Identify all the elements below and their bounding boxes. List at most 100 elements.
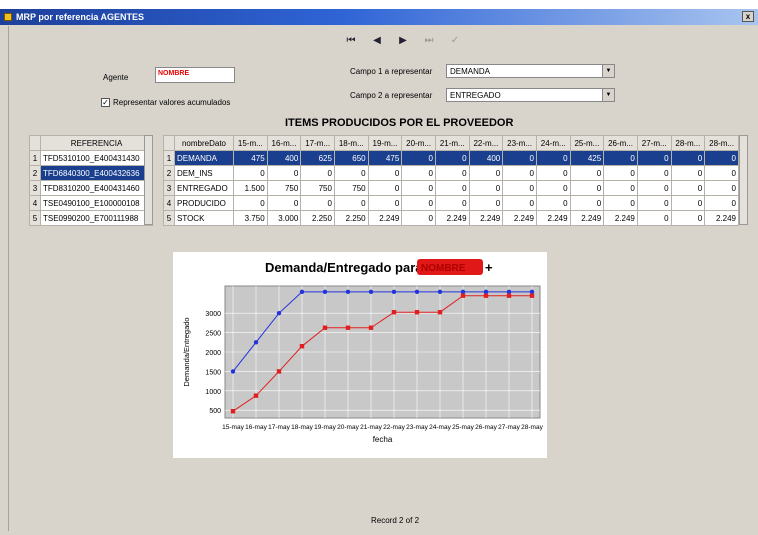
value-cell[interactable]: 0	[636, 180, 672, 196]
reference-cell[interactable]: TFD8310200_E400431460	[40, 180, 153, 196]
value-cell[interactable]: 0	[300, 165, 335, 181]
value-cell[interactable]: 0	[266, 165, 302, 181]
value-cell[interactable]: 0	[502, 150, 537, 166]
value-cell[interactable]: 3.000	[266, 210, 302, 226]
value-cell[interactable]: 0	[704, 165, 739, 181]
column-header[interactable]: 20-m...	[401, 135, 436, 151]
value-cell[interactable]: 2.249	[502, 210, 537, 226]
value-cell[interactable]: 0	[502, 165, 537, 181]
value-cell[interactable]: 0	[367, 180, 403, 196]
next-record-icon[interactable]: ▶	[395, 35, 411, 46]
reference-cell[interactable]: TSE0490100_E100000108	[40, 195, 153, 211]
value-cell[interactable]: 0	[401, 195, 436, 211]
value-cell[interactable]: 400	[266, 150, 302, 166]
value-cell[interactable]: 2.249	[468, 210, 504, 226]
value-cell[interactable]: 750	[333, 180, 369, 196]
value-cell[interactable]: 1.500	[233, 180, 268, 196]
value-cell[interactable]: 0	[367, 165, 403, 181]
reference-cell[interactable]: TFD5310100_E400431430	[40, 150, 153, 166]
data-scrollbar[interactable]	[739, 135, 748, 225]
value-cell[interactable]: 2.249	[603, 210, 638, 226]
value-cell[interactable]: 0	[603, 165, 638, 181]
table-row[interactable]: 2 DEM_INS 0 0 0 0 0 0 0 0 0 0 0 0 0 0 0	[163, 165, 739, 181]
value-cell[interactable]: 0	[670, 210, 706, 226]
apply-check-icon[interactable]: ✓	[447, 35, 463, 46]
data-name-cell[interactable]: STOCK	[174, 210, 234, 226]
column-header[interactable]: 17-m...	[300, 135, 335, 151]
first-record-icon[interactable]: ⏮	[343, 35, 359, 46]
value-cell[interactable]: 750	[300, 180, 335, 196]
column-header[interactable]: 21-m...	[434, 135, 470, 151]
value-cell[interactable]: 400	[468, 150, 504, 166]
value-cell[interactable]: 0	[535, 150, 571, 166]
value-cell[interactable]: 475	[367, 150, 403, 166]
table-row[interactable]: 5 TSE0990200_E700111988	[29, 210, 153, 226]
table-row[interactable]: 1 TFD5310100_E400431430	[29, 150, 153, 166]
value-cell[interactable]: 2.249	[535, 210, 571, 226]
value-cell[interactable]: 0	[603, 180, 638, 196]
column-header[interactable]: nombreDato	[174, 135, 234, 151]
value-cell[interactable]: 0	[704, 195, 739, 211]
table-row[interactable]: 4 PRODUCIDO 0 0 0 0 0 0 0 0 0 0 0 0 0 0 0	[163, 195, 739, 211]
value-cell[interactable]: 2.249	[367, 210, 403, 226]
column-header[interactable]: 22-m...	[468, 135, 504, 151]
value-cell[interactable]: 0	[434, 165, 470, 181]
value-cell[interactable]: 0	[233, 165, 268, 181]
value-cell[interactable]: 0	[636, 195, 672, 211]
value-cell[interactable]: 0	[704, 180, 739, 196]
chevron-down-icon[interactable]: ▼	[602, 89, 614, 101]
value-cell[interactable]: 0	[670, 180, 706, 196]
value-cell[interactable]: 0	[569, 165, 605, 181]
reference-cell[interactable]: TSE0990200_E700111988	[40, 210, 153, 226]
value-cell[interactable]: 2.250	[333, 210, 369, 226]
data-name-cell[interactable]: DEMANDA	[174, 150, 234, 166]
value-cell[interactable]: 0	[333, 195, 369, 211]
value-cell[interactable]: 0	[300, 195, 335, 211]
campo2-select[interactable]: ENTREGADO ▼	[446, 88, 615, 102]
value-cell[interactable]: 0	[603, 195, 638, 211]
value-cell[interactable]: 0	[401, 180, 436, 196]
value-cell[interactable]: 0	[468, 165, 504, 181]
value-cell[interactable]: 625	[300, 150, 335, 166]
value-cell[interactable]: 425	[569, 150, 605, 166]
column-header[interactable]: 19-m...	[367, 135, 403, 151]
close-button[interactable]: x	[742, 11, 754, 22]
value-cell[interactable]: 2.249	[434, 210, 470, 226]
value-cell[interactable]: 0	[670, 150, 706, 166]
chevron-down-icon[interactable]: ▼	[602, 65, 614, 77]
value-cell[interactable]: 0	[569, 180, 605, 196]
value-cell[interactable]: 0	[401, 150, 436, 166]
column-header[interactable]: 15-m...	[233, 135, 268, 151]
campo1-select[interactable]: DEMANDA ▼	[446, 64, 615, 78]
value-cell[interactable]: 0	[670, 165, 706, 181]
reference-column-header[interactable]: REFERENCIA	[40, 135, 153, 151]
column-header[interactable]: 25-m...	[569, 135, 605, 151]
value-cell[interactable]: 750	[266, 180, 302, 196]
table-row[interactable]: 4 TSE0490100_E100000108	[29, 195, 153, 211]
reference-scrollbar[interactable]	[144, 135, 153, 225]
value-cell[interactable]: 2.249	[704, 210, 739, 226]
column-header[interactable]: 18-m...	[333, 135, 369, 151]
table-row[interactable]: 3 ENTREGADO 1.500 750 750 750 0 0 0 0 0 0 0 0 0 0 0	[163, 180, 739, 196]
column-header[interactable]: 23-m...	[502, 135, 537, 151]
value-cell[interactable]: 0	[502, 195, 537, 211]
column-header[interactable]: 27-m...	[636, 135, 672, 151]
value-cell[interactable]: 0	[569, 195, 605, 211]
value-cell[interactable]: 0	[636, 150, 672, 166]
value-cell[interactable]: 0	[401, 210, 436, 226]
value-cell[interactable]: 0	[502, 180, 537, 196]
value-cell[interactable]: 0	[367, 195, 403, 211]
value-cell[interactable]: 2.249	[569, 210, 605, 226]
value-cell[interactable]: 0	[670, 195, 706, 211]
value-cell[interactable]: 0	[401, 165, 436, 181]
column-header[interactable]: 28-m...	[704, 135, 739, 151]
column-header[interactable]: 26-m...	[603, 135, 638, 151]
value-cell[interactable]: 0	[468, 180, 504, 196]
value-cell[interactable]: 0	[434, 180, 470, 196]
column-header[interactable]: 16-m...	[266, 135, 302, 151]
accumulated-checkbox-row[interactable]: ✓ Representar valores acumulados	[101, 98, 230, 107]
value-cell[interactable]: 0	[636, 165, 672, 181]
value-cell[interactable]: 475	[233, 150, 268, 166]
table-row[interactable]: 5 STOCK 3.750 3.000 2.250 2.250 2.249 0 2.249 2.2…	[163, 210, 739, 226]
value-cell[interactable]: 0	[233, 195, 268, 211]
